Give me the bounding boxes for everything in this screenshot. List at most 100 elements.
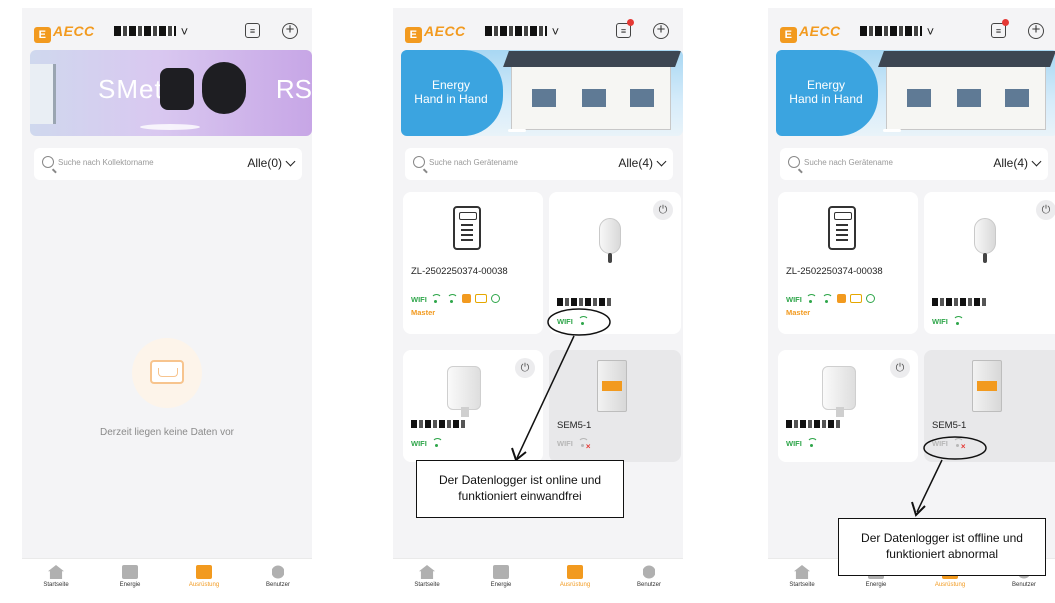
banner-title: Energy Hand in Hand (789, 78, 863, 106)
clock-icon (490, 294, 500, 303)
tab-benutzer[interactable]: Benutzer (248, 565, 308, 588)
brand-mark-icon: E (405, 27, 422, 43)
power-icon[interactable]: ⏻ (515, 358, 535, 378)
house-image (878, 51, 1055, 130)
wifi-icon (806, 438, 818, 447)
inverter-icon (828, 206, 856, 250)
promo-banner[interactable]: Energy Hand in Hand (776, 50, 1055, 136)
device-card[interactable]: ⏻ WIFI (778, 350, 918, 462)
device-card[interactable]: ZL-2502250374-00038 WIFI Master (778, 192, 918, 334)
tab-energie[interactable]: Energie (100, 565, 160, 588)
device-name: ZL-2502250374-00038 (786, 266, 883, 277)
chevron-down-icon (285, 156, 296, 167)
master-badge: Master (786, 308, 811, 317)
power-icon[interactable]: ⏻ (1036, 200, 1055, 220)
device-card[interactable]: ZL-2502250374-00038 WIFI Master (403, 192, 543, 334)
status-row: WIFI (411, 438, 443, 450)
site-selector[interactable]: ˅ (860, 24, 935, 39)
site-selector[interactable]: ˅ (114, 24, 189, 39)
panel-icon (849, 294, 862, 303)
status-row: WIFI × (932, 438, 966, 451)
banner-title: Energy Hand in Hand (414, 78, 488, 106)
panel-icon (474, 294, 487, 303)
tab-bar: Startseite Energie Ausrüstung Benutzer (393, 558, 683, 600)
empty-state-text: Derzeit liegen keine Daten vor (100, 427, 234, 438)
wifi-icon (821, 294, 833, 303)
tab-ausruestung[interactable]: Ausrüstung (545, 565, 605, 588)
banner-pagination (883, 129, 901, 132)
phone-screen-collectors: E AECC ˅ ≡ + SMete RS Suche nach Kollekto… (22, 8, 312, 600)
wifi-icon (577, 438, 589, 447)
smart-plug-icon (447, 366, 481, 417)
redacted-device-name (411, 420, 465, 428)
energy-chart-icon (122, 565, 138, 579)
status-row: WIFI (786, 438, 818, 450)
promo-banner[interactable]: Energy Hand in Hand (401, 50, 683, 136)
inverter-icon (453, 206, 481, 250)
app-header: E AECC ˅ ≡ + (22, 14, 312, 50)
leaf-icon (805, 294, 817, 303)
wifi-icon (952, 438, 964, 447)
add-icon[interactable]: + (653, 22, 669, 39)
power-icon[interactable]: ⏻ (653, 200, 673, 220)
redacted-site-name (860, 26, 922, 36)
device-card[interactable]: ⏻ WIFI (403, 350, 543, 462)
tab-benutzer[interactable]: Benutzer (619, 565, 679, 588)
notification-dot (1002, 19, 1009, 26)
message-icon[interactable]: ≡ (245, 23, 260, 38)
message-icon[interactable]: ≡ (991, 19, 1009, 38)
status-row: WIFI × (557, 438, 591, 451)
battery-icon (461, 294, 471, 303)
energy-chart-icon (493, 565, 509, 579)
clock-icon (865, 294, 875, 303)
device-card[interactable]: SEM5-1 WIFI × (924, 350, 1055, 462)
notification-dot (627, 19, 634, 26)
banner-pedestal (140, 124, 200, 130)
filter-dropdown[interactable]: Alle(4) (993, 156, 1042, 170)
redacted-device-name (932, 298, 986, 306)
add-icon[interactable]: + (1028, 22, 1044, 39)
tab-startseite[interactable]: Startseite (26, 565, 86, 588)
device-name (932, 298, 986, 310)
tab-startseite[interactable]: Startseite (397, 565, 457, 588)
battery-icon (836, 294, 846, 303)
site-selector[interactable]: ˅ (485, 24, 560, 39)
chevron-down-icon (1031, 156, 1042, 167)
brand-logo: E AECC (34, 23, 95, 43)
device-card[interactable]: ⏻ WIFI (549, 192, 681, 334)
redacted-site-name (114, 26, 176, 36)
wifi-icon (952, 316, 964, 325)
tab-energie[interactable]: Energie (471, 565, 531, 588)
wifi-icon (446, 294, 458, 303)
search-input[interactable]: Suche nach Gerätename (429, 158, 518, 167)
empty-box-icon (132, 338, 202, 408)
device-card[interactable]: ⏻ WIFI (924, 192, 1055, 334)
filter-dropdown[interactable]: Alle(4) (618, 156, 667, 170)
home-icon (794, 565, 810, 579)
add-icon[interactable]: + (282, 22, 298, 39)
brand-mark-icon: E (34, 27, 51, 43)
promo-banner[interactable]: SMete RS (30, 50, 312, 136)
status-row: WIFI (932, 316, 964, 328)
banner-pagination (508, 129, 526, 132)
user-icon (272, 565, 284, 579)
filter-dropdown[interactable]: Alle(0) (247, 156, 296, 170)
tab-startseite[interactable]: Startseite (772, 565, 832, 588)
master-badge: Master (411, 308, 436, 317)
chevron-down-icon (656, 156, 667, 167)
house-image (503, 51, 681, 130)
tab-ausruestung[interactable]: Ausrüstung (174, 565, 234, 588)
tab-bar: Startseite Energie Ausrüstung Benutzer (22, 558, 312, 600)
search-input[interactable]: Suche nach Kollektorname (58, 158, 154, 167)
search-bar: Suche nach Gerätename Alle(4) (780, 148, 1048, 180)
equipment-icon (567, 565, 583, 579)
search-bar: Suche nach Kollektorname Alle(0) (34, 148, 302, 180)
power-icon[interactable]: ⏻ (890, 358, 910, 378)
ev-charger-icon (599, 218, 621, 263)
device-card[interactable]: SEM5-1 WIFI × (549, 350, 681, 462)
banner-title-tail: RS (275, 74, 312, 104)
equipment-icon (196, 565, 212, 579)
message-icon[interactable]: ≡ (616, 19, 634, 38)
search-input[interactable]: Suche nach Gerätename (804, 158, 893, 167)
brand-logo: E AECC (780, 23, 841, 43)
